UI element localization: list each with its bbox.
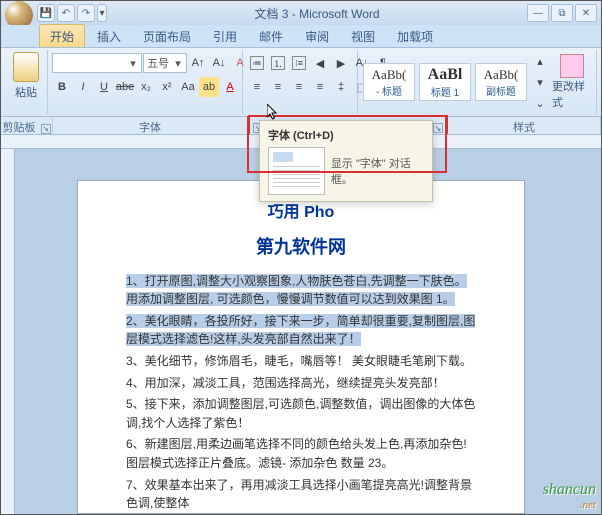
decrease-indent-button[interactable]: ◀ xyxy=(310,53,330,73)
styles-more-icon[interactable]: ⌄ xyxy=(530,93,550,113)
maximize-button[interactable]: ⧉ xyxy=(551,4,573,22)
group-label-clipboard: 剪贴板 ↘ xyxy=(1,117,53,134)
document-page[interactable]: 巧用 Pho 第九软件网 1、打开原图,调整大小观察图象,人物肤色苍白,先调整一… xyxy=(77,180,525,514)
font-size-select[interactable]: 五号▾ xyxy=(143,53,187,73)
vertical-ruler[interactable] xyxy=(1,149,15,514)
superscript-button[interactable]: x² xyxy=(157,77,177,97)
doc-paragraph-4: 4、用加深，减淡工具，范围选择高光，继续提亮头发亮部！ xyxy=(126,374,476,393)
minimize-button[interactable]: — xyxy=(527,4,549,22)
tab-references[interactable]: 引用 xyxy=(203,25,247,47)
highlight-button[interactable]: ab xyxy=(199,77,219,97)
qat-dropdown-icon[interactable]: ▾ xyxy=(97,4,107,22)
increase-indent-button[interactable]: ▶ xyxy=(331,53,351,73)
paste-button[interactable]: 粘贴 xyxy=(9,50,43,114)
style-subtitle[interactable]: AaBb( 副标题 xyxy=(475,63,527,101)
tab-addins[interactable]: 加载项 xyxy=(387,25,443,47)
supertip-text: 显示 "字体" 对话框。 xyxy=(331,155,424,187)
doc-paragraph-3: 3、美化细节，修饰眉毛，睫毛，嘴唇等！ 美女眼睫毛笔刷下载。 xyxy=(126,352,476,371)
doc-paragraph-2: 2、美化眼睛，各投所好，接下来一步，简单却很重要,复制图层,图层模式选择滤色!这… xyxy=(126,312,476,349)
change-styles-button[interactable]: 更改样式 xyxy=(552,54,592,110)
styles-scroll-down-icon[interactable]: ▾ xyxy=(530,72,550,92)
subscript-button[interactable]: x₂ xyxy=(136,77,156,97)
shrink-font-icon[interactable]: A↓ xyxy=(209,53,229,73)
grow-font-icon[interactable]: A↑ xyxy=(188,53,208,73)
tab-review[interactable]: 审阅 xyxy=(295,25,339,47)
change-case-button[interactable]: Aa xyxy=(178,77,198,97)
styles-scroll-up-icon[interactable]: ▴ xyxy=(530,51,550,71)
watermark: shancun.net xyxy=(543,481,596,511)
line-spacing-button[interactable]: ‡ xyxy=(331,77,351,97)
tab-mailings[interactable]: 邮件 xyxy=(249,25,293,47)
doc-paragraph-6: 6、新建图层,用柔边画笔选择不同的颜色给头发上色,再添加杂色!图层模式选择正片叠… xyxy=(126,435,476,472)
align-left-button[interactable]: ≡ xyxy=(247,77,267,97)
supertip-font-dialog: 字体 (Ctrl+D) 显示 "字体" 对话框。 xyxy=(259,120,433,202)
style-heading1[interactable]: AaBl 标题 1 xyxy=(419,63,471,101)
close-button[interactable]: ✕ xyxy=(575,4,597,22)
quick-access-toolbar: 💾 ↶ ↷ ▾ xyxy=(37,4,107,22)
supertip-thumbnail-icon xyxy=(268,147,325,195)
ribbon-tabs: 开始 插入 页面布局 引用 邮件 审阅 视图 加载项 xyxy=(1,25,601,47)
doc-heading-2: 第九软件网 xyxy=(126,234,476,262)
group-label-styles: 样式 xyxy=(448,117,601,134)
numbering-button[interactable]: ⒈ xyxy=(268,53,288,73)
doc-paragraph-5: 5、接下来，添加调整图层,可选颜色,调整数值，调出图像的大体色调,找个人选择了紫… xyxy=(126,395,476,432)
multilevel-button[interactable]: ⁝≡ xyxy=(289,53,309,73)
justify-button[interactable]: ≡ xyxy=(310,77,330,97)
style-heading[interactable]: AaBb( - 标题 xyxy=(363,63,415,101)
clipboard-icon xyxy=(13,52,39,82)
italic-button[interactable]: I xyxy=(73,77,93,97)
bullets-button[interactable]: ≔ xyxy=(247,53,267,73)
bold-button[interactable]: B xyxy=(52,77,72,97)
title-bar: 💾 ↶ ↷ ▾ 文档 3 - Microsoft Word — ⧉ ✕ xyxy=(1,1,601,25)
tab-page-layout[interactable]: 页面布局 xyxy=(133,25,201,47)
group-label-font: 字体 xyxy=(53,117,248,134)
tab-home[interactable]: 开始 xyxy=(39,24,85,47)
font-name-select[interactable]: ▾ xyxy=(52,53,142,73)
window-title: 文档 3 - Microsoft Word xyxy=(107,5,527,22)
strikethrough-button[interactable]: abe xyxy=(115,77,135,97)
tab-view[interactable]: 视图 xyxy=(341,25,385,47)
doc-heading-1: 巧用 Pho xyxy=(126,201,476,226)
undo-icon[interactable]: ↶ xyxy=(57,4,75,22)
supertip-title: 字体 (Ctrl+D) xyxy=(268,127,424,143)
tab-insert[interactable]: 插入 xyxy=(87,25,131,47)
align-center-button[interactable]: ≡ xyxy=(268,77,288,97)
font-color-button[interactable]: A xyxy=(220,77,240,97)
doc-paragraph-7: 7、效果基本出来了，再用减淡工具选择小画笔提亮高光!调整背景色调,使整体 xyxy=(126,476,476,513)
redo-icon[interactable]: ↷ xyxy=(77,4,95,22)
save-icon[interactable]: 💾 xyxy=(37,4,55,22)
doc-paragraph-1: 1、打开原图,调整大小观察图象,人物肤色苍白,先调整一下肤色。 用添加调整图层,… xyxy=(126,272,476,309)
clipboard-launcher-icon[interactable]: ↘ xyxy=(41,124,51,134)
paragraph-launcher-icon[interactable]: ↘ xyxy=(433,123,443,133)
ribbon: 粘贴 ▾ 五号▾ A↑ A↓ A B I U abe x₂ x² xyxy=(1,47,601,117)
mouse-cursor-icon xyxy=(267,104,279,122)
align-right-button[interactable]: ≡ xyxy=(289,77,309,97)
underline-button[interactable]: U xyxy=(94,77,114,97)
